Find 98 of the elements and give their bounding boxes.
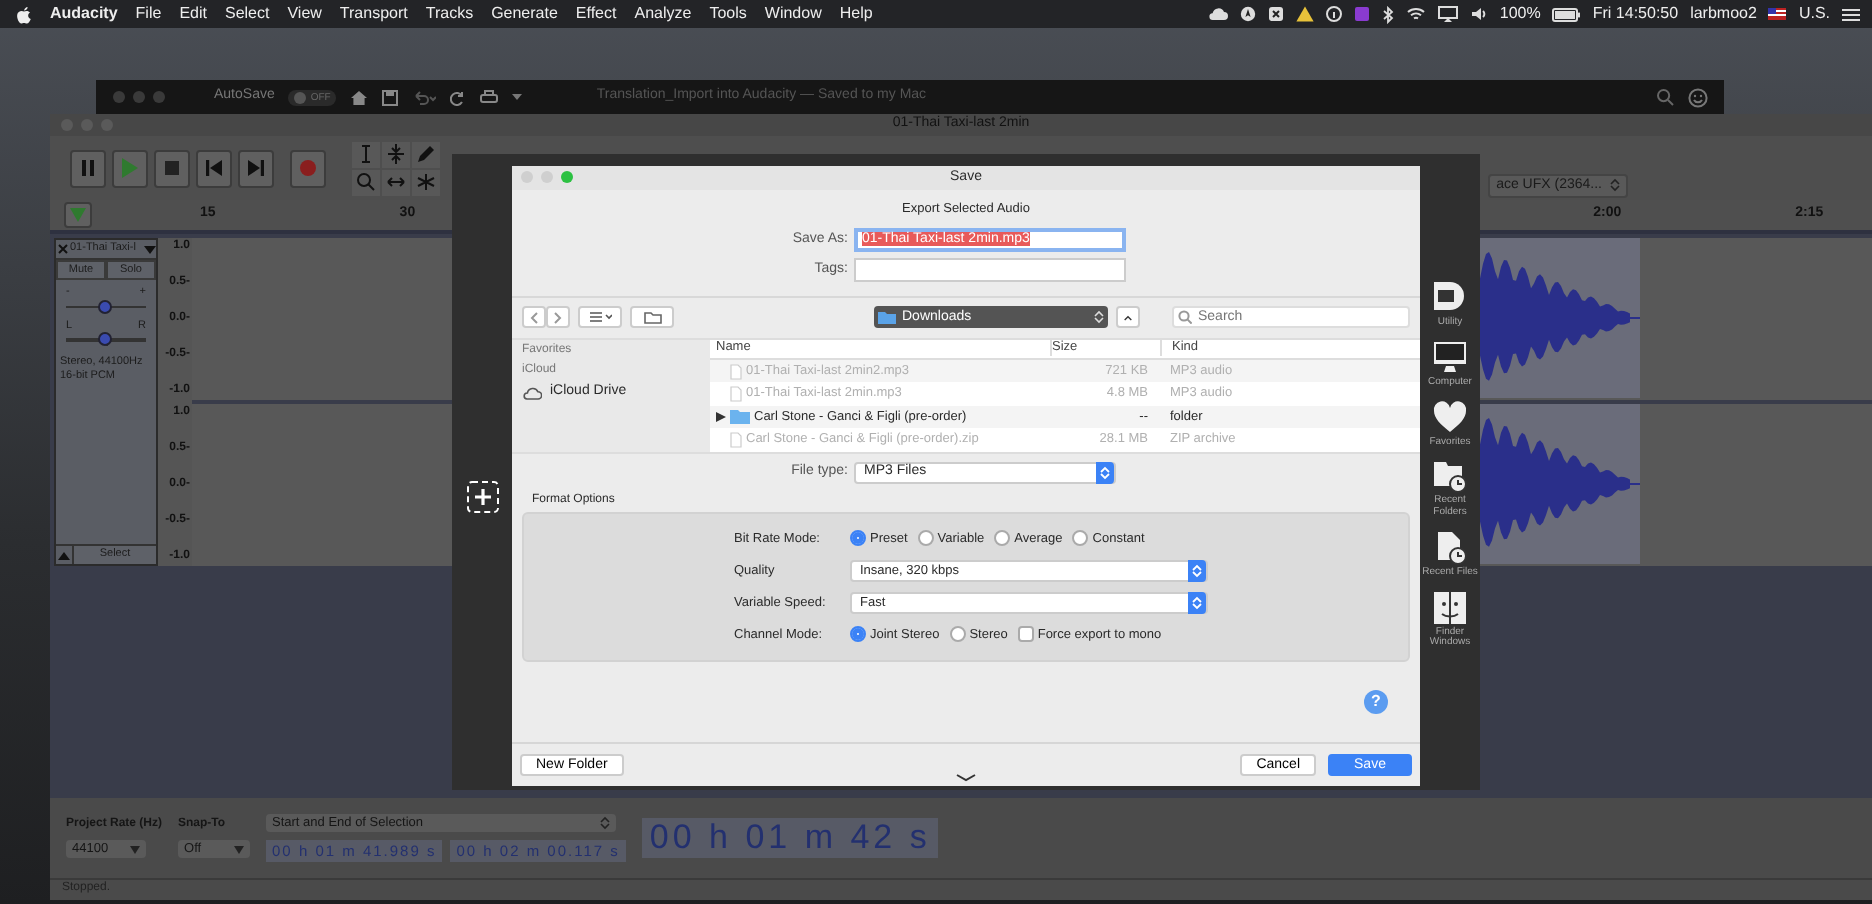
smiley-icon[interactable]	[1688, 87, 1708, 107]
display-icon[interactable]	[1437, 6, 1458, 22]
pencil-tool[interactable]	[412, 141, 440, 167]
apple-icon[interactable]	[16, 5, 32, 23]
menu-item[interactable]: Analyze	[634, 4, 692, 24]
home-icon[interactable]	[350, 89, 369, 105]
asterisk-icon	[416, 172, 436, 192]
print-icon[interactable]	[480, 89, 499, 105]
chevron-up-icon	[1124, 313, 1132, 322]
play-button[interactable]	[112, 149, 148, 187]
gain-slider-thumb[interactable]	[98, 299, 112, 314]
double-arrow-tool[interactable]	[382, 169, 410, 195]
updown-icon	[1610, 178, 1620, 193]
folder-clock-icon[interactable]	[1432, 458, 1468, 495]
chevron-right-icon	[554, 311, 562, 324]
compass-icon[interactable]	[1239, 6, 1256, 22]
wifi-icon[interactable]	[1405, 6, 1426, 22]
collapse-button[interactable]	[1116, 306, 1140, 329]
updown-icon	[600, 815, 611, 830]
stop-icon	[162, 158, 182, 178]
menu-item[interactable]: Edit	[179, 4, 207, 24]
square-icon[interactable]	[1353, 6, 1370, 22]
collapse-icon[interactable]	[56, 549, 72, 561]
disclosure-icon	[716, 412, 726, 423]
asterisk-tool[interactable]	[412, 169, 440, 195]
heart-icon[interactable]	[1432, 399, 1468, 435]
caret-icon[interactable]	[144, 245, 156, 253]
zoom-tool[interactable]	[352, 169, 380, 195]
input-source[interactable]: U.S.	[1798, 4, 1830, 24]
chevron-left-icon	[530, 311, 538, 324]
menu-item[interactable]: Window	[764, 4, 822, 24]
caret-icon	[234, 845, 245, 854]
record-icon	[298, 158, 318, 178]
menu-item[interactable]: Help	[839, 4, 873, 24]
menu-item[interactable]: Transport	[339, 4, 408, 24]
menu-item[interactable]: Select	[224, 4, 270, 24]
folder-icon	[730, 410, 750, 425]
folder-icon	[643, 311, 661, 324]
menu-item[interactable]: Effect	[575, 4, 617, 24]
caret-icon	[130, 845, 140, 854]
warning-icon[interactable]	[1295, 6, 1314, 22]
pause-icon	[78, 158, 98, 178]
triangle-icon	[70, 208, 86, 222]
pan-slider-thumb[interactable]	[98, 332, 112, 347]
menu-item[interactable]: View	[287, 4, 322, 24]
pause-button[interactable]	[70, 149, 106, 187]
face-icon[interactable]	[1432, 589, 1468, 625]
cloud-icon	[522, 385, 542, 400]
battery-percentage: 100%	[1499, 4, 1541, 24]
chevron-down-icon[interactable]	[956, 774, 976, 782]
view-button[interactable]	[578, 306, 622, 329]
menu-item[interactable]: Tracks	[425, 4, 474, 24]
undo-icon[interactable]	[412, 89, 437, 105]
battery-icon[interactable]	[1552, 7, 1581, 21]
redo-icon[interactable]	[450, 89, 467, 105]
menu-item[interactable]: Tools	[709, 4, 747, 24]
list-icon	[589, 312, 611, 323]
pencil-icon	[416, 144, 436, 164]
clock[interactable]: Fri 14:50:50	[1592, 4, 1679, 24]
skip-end-button[interactable]	[238, 149, 274, 187]
cloud-icon[interactable]	[1207, 6, 1228, 22]
i-beam-tool[interactable]	[352, 141, 380, 167]
updown-icon	[1094, 310, 1104, 325]
back-button[interactable]	[522, 306, 546, 329]
zoom-icon	[356, 172, 376, 192]
updown-icon	[1100, 465, 1110, 480]
skip-start-icon	[204, 158, 224, 178]
folder-icon[interactable]	[1432, 280, 1468, 316]
new-folder-button[interactable]	[630, 306, 674, 329]
tags-field[interactable]	[854, 258, 1126, 283]
play-head-button[interactable]	[64, 202, 92, 228]
skip-end-icon	[246, 158, 266, 178]
updown-icon	[1192, 595, 1202, 610]
search-icon[interactable]	[1656, 88, 1674, 106]
save-icon[interactable]	[382, 89, 399, 105]
flag-icon[interactable]	[1768, 8, 1787, 20]
skip-start-button[interactable]	[196, 149, 232, 187]
close-icon[interactable]	[56, 242, 70, 256]
bluetooth-icon[interactable]	[1381, 5, 1394, 23]
caret-icon[interactable]	[512, 93, 523, 101]
monitor-icon[interactable]	[1432, 339, 1468, 376]
info-icon[interactable]	[1325, 6, 1342, 22]
document-clock-icon[interactable]	[1432, 529, 1468, 566]
folder-icon	[878, 310, 896, 325]
app-menu[interactable]: Audacity	[50, 4, 118, 24]
double-arrow-icon	[386, 172, 406, 192]
menu-item[interactable]: File	[135, 4, 162, 24]
add-icon[interactable]	[465, 479, 499, 513]
play-icon	[120, 158, 140, 178]
updown-icon	[1192, 563, 1202, 578]
i-beam-icon	[356, 144, 376, 164]
stop-button[interactable]	[154, 149, 190, 187]
speaker-icon[interactable]	[1469, 6, 1488, 22]
close-square-icon[interactable]	[1267, 6, 1284, 22]
user-name[interactable]: larbmoo2	[1690, 4, 1757, 24]
menu-item[interactable]: Generate	[491, 4, 558, 24]
list-icon[interactable]	[1842, 7, 1860, 21]
forward-button[interactable]	[546, 306, 570, 329]
